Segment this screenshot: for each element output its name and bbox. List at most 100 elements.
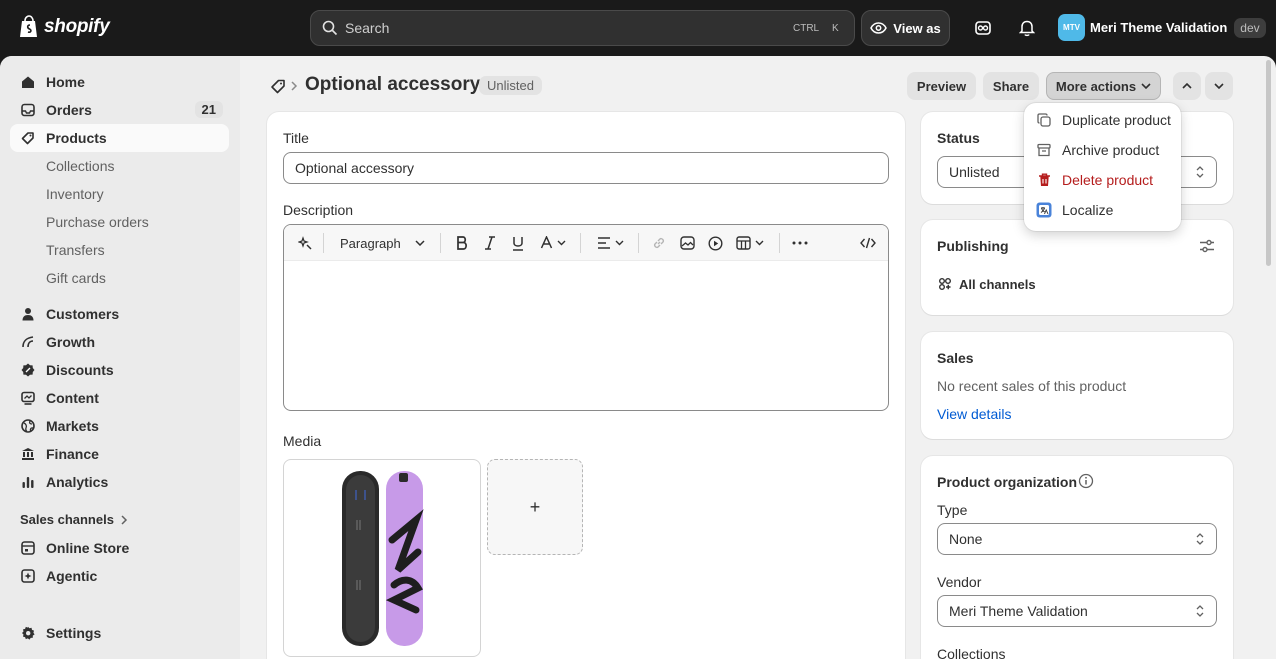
sidebar-item-purchase-orders[interactable]: Purchase orders	[10, 208, 229, 236]
previous-product-button[interactable]	[1173, 72, 1201, 100]
sidebar-item-discounts[interactable]: Discounts	[10, 356, 229, 384]
product-image[interactable]	[283, 459, 481, 657]
shopify-logo[interactable]: shopify	[19, 15, 110, 39]
delete-product-menu-item[interactable]: Delete product	[1032, 166, 1173, 194]
italic-icon[interactable]	[481, 234, 499, 252]
dev-badge: dev	[1234, 17, 1266, 38]
text-color-icon[interactable]	[537, 234, 569, 252]
underline-icon[interactable]	[509, 234, 527, 252]
store-avatar: MTV	[1058, 14, 1085, 41]
channels-icon	[937, 276, 953, 292]
shortcut-k: K	[832, 23, 839, 34]
bold-icon[interactable]	[453, 234, 471, 252]
select-arrows-icon	[1196, 605, 1204, 617]
title-field[interactable]: Optional accessory	[283, 152, 889, 184]
sidebar-item-customers[interactable]: Customers	[10, 300, 229, 328]
sidebar-item-label: Agentic	[46, 568, 98, 584]
sidebar-item-orders[interactable]: Orders 21	[10, 96, 229, 124]
sidebar-item-label: Settings	[46, 625, 102, 641]
sidebar-item-finance[interactable]: Finance	[10, 440, 229, 468]
toolbar-divider	[638, 233, 639, 253]
publishing-settings-icon[interactable]	[1199, 238, 1215, 254]
shortcut-ctrl: CTRL	[793, 23, 820, 34]
page-scrollbar[interactable]	[1266, 60, 1271, 266]
collections-label: Collections	[937, 646, 1006, 659]
align-icon[interactable]	[594, 234, 626, 252]
duplicate-icon	[1036, 112, 1052, 128]
sidebar-item-label: Products	[46, 130, 107, 146]
growth-icon	[20, 334, 36, 350]
snowboard-image	[342, 471, 424, 646]
view-details-link[interactable]: View details	[937, 406, 1011, 422]
analytics-icon	[20, 474, 36, 490]
type-select[interactable]: None	[937, 523, 1217, 555]
sidebar-item-products[interactable]: Products	[10, 124, 229, 152]
content-icon	[20, 390, 36, 406]
shopify-wordmark: shopify	[44, 16, 110, 37]
main-frame: Home Orders 21 Products Collections Inve…	[0, 56, 1276, 659]
sidebar-item-markets[interactable]: Markets	[10, 412, 229, 440]
sales-channels-heading[interactable]: Sales channels	[20, 512, 128, 527]
archive-icon	[1036, 142, 1052, 158]
sidebar-item-agentic[interactable]: Agentic	[10, 562, 229, 590]
info-icon[interactable]	[1078, 473, 1094, 489]
sidebar-item-collections[interactable]: Collections	[10, 152, 229, 180]
view-as-label: View as	[893, 20, 941, 36]
orders-icon	[20, 102, 36, 118]
sidebar-item-growth[interactable]: Growth	[10, 328, 229, 356]
paragraph-format-select[interactable]: Paragraph	[340, 234, 428, 252]
sidebar-item-inventory[interactable]: Inventory	[10, 180, 229, 208]
description-editor[interactable]: Paragraph	[283, 224, 889, 411]
product-organization-heading: Product organization	[937, 474, 1077, 490]
more-actions-button[interactable]: More actions	[1046, 72, 1161, 100]
link-icon[interactable]	[650, 234, 668, 252]
top-bar: shopify Search CTRL K View as MTV Meri T…	[0, 0, 1276, 56]
chevron-down-icon	[415, 240, 425, 246]
select-arrows-icon	[1196, 166, 1204, 178]
view-as-button[interactable]: View as	[861, 10, 950, 46]
sidebar-item-content[interactable]: Content	[10, 384, 229, 412]
video-icon[interactable]	[706, 234, 724, 252]
tag-icon	[20, 130, 36, 146]
image-icon[interactable]	[678, 234, 696, 252]
sidebar-item-transfers[interactable]: Transfers	[10, 236, 229, 264]
search-input[interactable]: Search CTRL K	[310, 10, 855, 46]
discount-icon	[20, 362, 36, 378]
more-actions-label: More actions	[1055, 78, 1137, 94]
media-label: Media	[283, 433, 322, 449]
gear-icon	[20, 625, 36, 641]
chevron-down-icon	[1141, 83, 1151, 89]
localize-icon	[1036, 202, 1052, 218]
type-label: Type	[937, 502, 968, 518]
sidebar-item-analytics[interactable]: Analytics	[10, 468, 229, 496]
code-view-icon[interactable]	[859, 234, 877, 252]
notification-bell-icon[interactable]	[1015, 16, 1039, 40]
menu-item-label: Duplicate product	[1062, 112, 1171, 128]
vendor-select[interactable]: Meri Theme Validation	[937, 595, 1217, 627]
sidebar-item-label: Orders	[46, 102, 92, 118]
sidebar-item-home[interactable]: Home	[10, 68, 229, 96]
next-product-button[interactable]	[1205, 72, 1233, 100]
store-switcher-icon[interactable]	[971, 16, 995, 40]
status-heading: Status	[937, 130, 980, 146]
sidebar-item-label: Customers	[46, 306, 120, 322]
sidebar-item-settings[interactable]: Settings	[10, 619, 229, 647]
share-button[interactable]: Share	[983, 72, 1039, 100]
sidebar: Home Orders 21 Products Collections Inve…	[0, 56, 240, 659]
product-breadcrumb-icon[interactable]	[270, 78, 286, 94]
chevron-right-icon	[120, 514, 128, 525]
add-media-button[interactable]: +	[487, 459, 583, 555]
sidebar-item-online-store[interactable]: Online Store	[10, 534, 229, 562]
duplicate-product-menu-item[interactable]: Duplicate product	[1032, 106, 1173, 134]
archive-product-menu-item[interactable]: Archive product	[1032, 136, 1173, 164]
localize-menu-item[interactable]: Localize	[1032, 196, 1173, 224]
sidebar-item-label: Markets	[46, 418, 99, 434]
vendor-value: Meri Theme Validation	[949, 603, 1088, 619]
ai-magic-icon[interactable]	[296, 234, 314, 252]
table-icon[interactable]	[734, 234, 766, 252]
preview-button[interactable]: Preview	[907, 72, 976, 100]
more-options-icon[interactable]	[791, 234, 809, 252]
store-menu[interactable]: MTV Meri Theme Validation dev	[1058, 14, 1266, 41]
sidebar-item-gift-cards[interactable]: Gift cards	[10, 264, 229, 292]
more-actions-menu: Duplicate product Archive product Delete…	[1024, 103, 1181, 231]
